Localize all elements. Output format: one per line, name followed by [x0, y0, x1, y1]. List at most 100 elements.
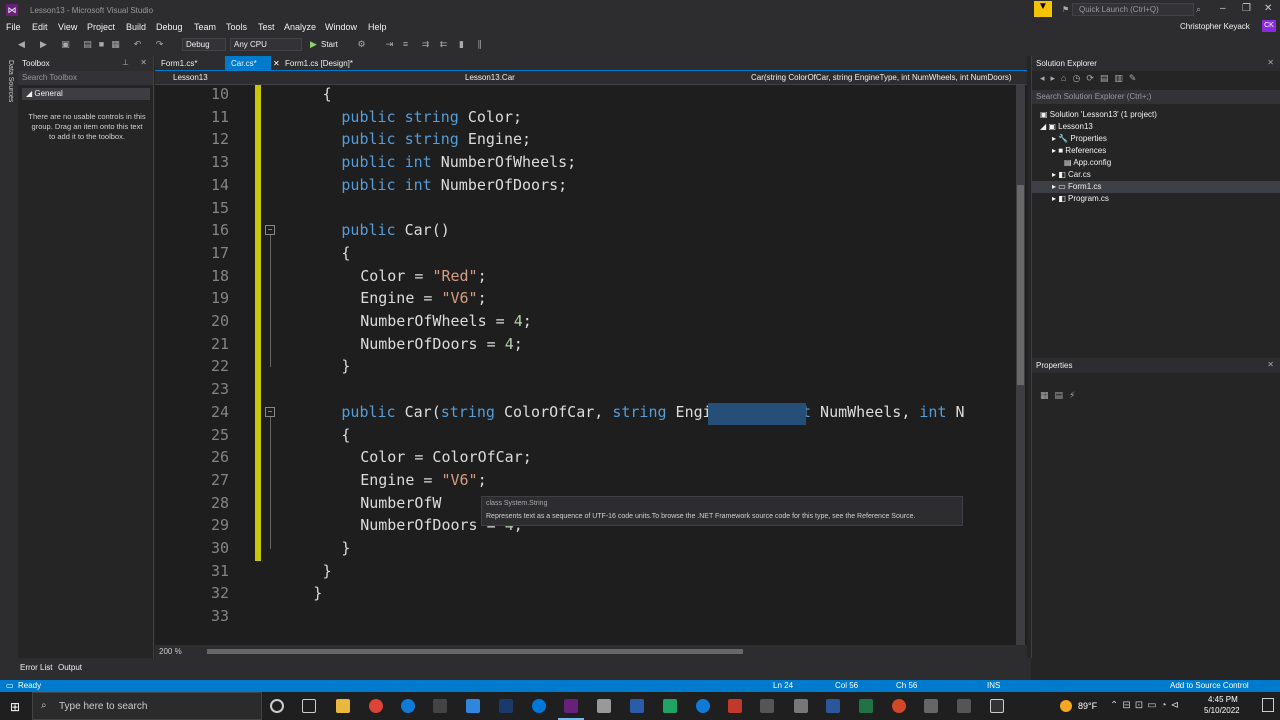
menu-help[interactable]: Help — [368, 22, 387, 32]
start-icon[interactable]: ▶ — [308, 39, 319, 50]
tree-solution[interactable]: ▣ Solution 'Lesson13' (1 project) — [1040, 110, 1157, 119]
close-toolbox-icon[interactable]: ✕ — [140, 58, 147, 67]
menu-debug[interactable]: Debug — [156, 22, 183, 32]
app-icon[interactable] — [760, 699, 774, 713]
user-name[interactable]: Christopher Keyack — [1180, 22, 1250, 31]
menu-project[interactable]: Project — [87, 22, 115, 32]
add-source-control-button[interactable]: Add to Source Control — [1170, 681, 1249, 690]
app-icon[interactable] — [696, 699, 710, 713]
menu-edit[interactable]: Edit — [32, 22, 48, 32]
undo-icon[interactable]: ↶ — [132, 39, 143, 50]
weather-icon[interactable] — [1060, 700, 1072, 712]
taskbar-search-box[interactable]: ⌕ Type here to search — [32, 692, 262, 720]
solution-toolbar[interactable]: ◂▸⌂◷⟳▤▥✎ — [1032, 71, 1280, 87]
config-select[interactable]: Debug — [182, 38, 226, 51]
data-sources-tab[interactable]: Data Sources — [4, 60, 14, 102]
platform-select[interactable]: Any CPU — [230, 38, 302, 51]
open-icon[interactable]: ▤ — [82, 39, 93, 50]
app-icon[interactable] — [597, 699, 611, 713]
code-line[interactable]: public string Engine; — [341, 130, 531, 148]
tab-form1-cs[interactable]: Form1.cs* — [155, 56, 225, 71]
tree-references[interactable]: ▸ ■ References — [1052, 146, 1106, 155]
code-line[interactable]: NumberOfDoors = 4; — [360, 335, 523, 353]
store-icon[interactable] — [433, 699, 447, 713]
collapse-icon[interactable]: − — [265, 225, 275, 235]
code-line[interactable]: public string Color; — [341, 108, 522, 126]
menu-file[interactable]: File — [6, 22, 21, 32]
app-icon[interactable] — [990, 699, 1004, 713]
edge-icon[interactable] — [401, 699, 415, 713]
menu-window[interactable]: Window — [325, 22, 357, 32]
new-project-icon[interactable]: ▣ — [60, 39, 71, 50]
tab-car-cs[interactable]: Car.cs* — [225, 56, 271, 71]
app-icon[interactable] — [532, 699, 546, 713]
properties-toolbar[interactable]: ▦▤⚡ — [1040, 390, 1081, 401]
app-icon[interactable] — [630, 699, 644, 713]
code-line[interactable]: public Car() — [341, 221, 449, 239]
format-icon[interactable]: ≡ — [400, 39, 411, 50]
code-line[interactable]: public int NumberOfDoors; — [341, 176, 567, 194]
file-explorer-icon[interactable] — [336, 699, 350, 713]
toolbox-search-input[interactable]: Search Toolbox — [18, 71, 153, 85]
horizontal-scrollbar[interactable] — [207, 649, 743, 654]
menu-build[interactable]: Build — [126, 22, 146, 32]
vertical-scrollbar[interactable] — [1016, 85, 1025, 645]
pin-icon[interactable]: ⊥ — [122, 58, 129, 67]
tree-program-cs[interactable]: ▸ ◧ Program.cs — [1052, 194, 1109, 203]
quick-launch-input[interactable]: Quick Launch (Ctrl+Q) — [1072, 3, 1194, 16]
nav-project[interactable]: Lesson13 — [173, 73, 208, 82]
notification-filter-icon[interactable]: ▼ — [1034, 1, 1052, 17]
tree-app-config[interactable]: ▤ App.config — [1064, 158, 1111, 167]
code-line[interactable]: { — [341, 244, 350, 262]
close-solution-icon[interactable]: ✕ — [1267, 58, 1274, 67]
outdent-icon[interactable]: ⇇ — [438, 39, 449, 50]
visual-studio-icon[interactable] — [564, 699, 578, 713]
task-view-icon[interactable] — [302, 699, 316, 713]
code-line[interactable]: { — [341, 426, 350, 444]
code-line[interactable]: public Car(string ColorOfCar, string Eng… — [341, 403, 964, 421]
feedback-icon[interactable]: ⚑ — [1062, 5, 1069, 14]
maximize-button[interactable]: ❐ — [1242, 3, 1251, 14]
tab-form1-design[interactable]: Form1.cs [Design]* — [279, 56, 389, 71]
chrome-icon[interactable] — [369, 699, 383, 713]
clock-time[interactable]: 4:45 PM — [1208, 695, 1238, 704]
solution-search-input[interactable]: Search Solution Explorer (Ctrl+;) — [1032, 90, 1280, 104]
code-line[interactable]: NumberOfWheels = 4; — [360, 312, 532, 330]
redo-icon[interactable]: ↷ — [154, 39, 165, 50]
app-icon[interactable] — [924, 699, 938, 713]
save-all-icon[interactable]: ▦ — [110, 39, 121, 50]
avatar[interactable]: CK — [1262, 20, 1276, 32]
minimize-button[interactable]: – — [1220, 3, 1226, 14]
code-line[interactable]: } — [341, 539, 350, 557]
comment-icon[interactable]: ∥ — [474, 39, 485, 50]
tree-project[interactable]: ◢ ▣ Lesson13 — [1040, 122, 1093, 131]
menu-team[interactable]: Team — [194, 22, 216, 32]
code-line[interactable]: NumberOfW — [360, 494, 441, 512]
bookmark-icon[interactable]: ▮ — [456, 39, 467, 50]
app-icon[interactable] — [499, 699, 513, 713]
collapse-icon[interactable]: − — [265, 407, 275, 417]
indent-icon[interactable]: ⇉ — [420, 39, 431, 50]
zoom-level[interactable]: 200 % — [159, 647, 182, 656]
app-icon[interactable] — [466, 699, 480, 713]
back-icon[interactable]: ◀ — [16, 39, 27, 50]
excel-icon[interactable] — [859, 699, 873, 713]
app-icon[interactable] — [957, 699, 971, 713]
attach-icon[interactable]: ⚙ — [356, 39, 367, 50]
menu-tools[interactable]: Tools — [226, 22, 247, 32]
cortana-icon[interactable] — [270, 699, 284, 713]
save-icon[interactable]: ■ — [96, 39, 107, 50]
app-icon[interactable] — [663, 699, 677, 713]
code-line[interactable]: Color = "Red"; — [360, 267, 486, 285]
menu-view[interactable]: View — [58, 22, 77, 32]
toolbox-group-general[interactable]: ◢ General — [22, 88, 150, 100]
code-line[interactable]: Engine = "V6"; — [360, 471, 486, 489]
weather-temp[interactable]: 89°F — [1078, 701, 1097, 711]
tree-car-cs[interactable]: ▸ ◧ Car.cs — [1052, 170, 1091, 179]
clock-date[interactable]: 5/10/2022 — [1204, 706, 1240, 715]
word-icon[interactable] — [826, 699, 840, 713]
menu-analyze[interactable]: Analyze — [284, 22, 316, 32]
tree-form1-cs[interactable]: ▸ ▭ Form1.cs — [1052, 182, 1101, 191]
close-button[interactable]: ✕ — [1264, 3, 1272, 14]
nav-class[interactable]: Lesson13.Car — [465, 73, 515, 82]
